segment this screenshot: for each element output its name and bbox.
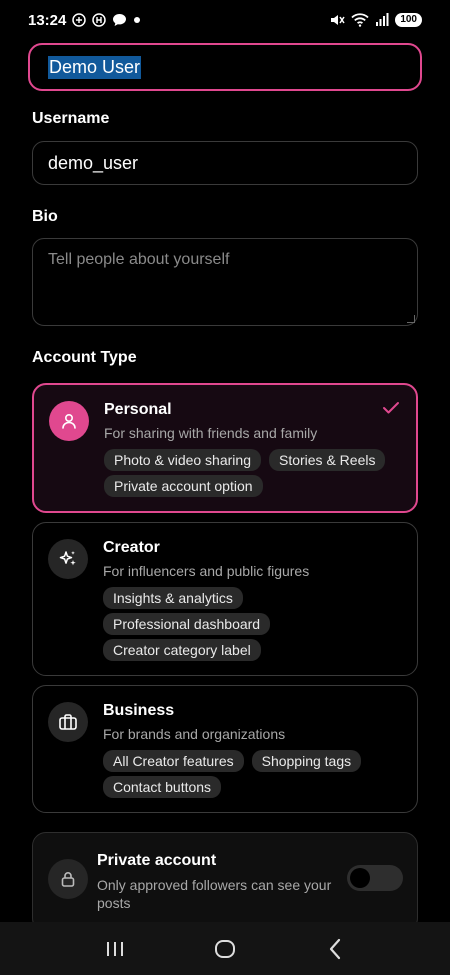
recents-icon (107, 941, 123, 956)
sparkles-icon (48, 539, 88, 579)
check-icon (382, 401, 400, 420)
feature-tag: Stories & Reels (268, 449, 386, 471)
resize-handle[interactable] (407, 315, 415, 323)
recent-apps-button[interactable] (95, 929, 135, 969)
private-account-title: Private account (97, 852, 217, 869)
notification-icon (72, 13, 87, 27)
account-type-description: For brands and organizations (103, 726, 286, 742)
account-type-title: Business (103, 702, 175, 719)
account-type-title: Creator (103, 539, 160, 556)
name-input[interactable]: Demo User (28, 43, 422, 91)
system-nav-bar (0, 922, 450, 975)
back-icon (329, 938, 341, 959)
feature-tag: Creator category label (103, 639, 261, 661)
account-type-personal[interactable]: Personal For sharing with friends and fa… (32, 383, 418, 513)
notification-icon (92, 13, 107, 27)
lock-icon (48, 859, 88, 899)
status-bar: 13:24 100 (0, 0, 450, 40)
briefcase-icon (48, 702, 88, 742)
chat-icon (112, 13, 127, 27)
battery-indicator: 100 (395, 13, 422, 27)
profile-form: Demo User Username demo_user Bio Tell pe… (0, 40, 450, 922)
toggle-knob (350, 868, 370, 888)
bio-label: Bio (32, 208, 58, 225)
account-type-title: Personal (104, 401, 172, 418)
feature-tag: All Creator features (103, 750, 244, 772)
bio-textarea[interactable]: Tell people about yourself (32, 238, 418, 326)
feature-tags: Insights & analytics Professional dashbo… (103, 587, 403, 661)
username-label: Username (32, 110, 110, 127)
private-account-description: Only approved followers can see your pos… (97, 877, 332, 911)
user-icon (49, 401, 89, 441)
bio-placeholder: Tell people about yourself (48, 251, 230, 268)
account-type-description: For sharing with friends and family (104, 425, 318, 441)
feature-tags: Photo & video sharing Stories & Reels Pr… (104, 449, 404, 497)
account-type-label: Account Type (32, 349, 137, 366)
feature-tag: Shopping tags (251, 750, 362, 772)
home-icon (215, 939, 235, 958)
feature-tags: All Creator features Shopping tags Conta… (103, 750, 403, 798)
back-button[interactable] (315, 929, 355, 969)
name-input-value: Demo User (48, 55, 142, 79)
mute-icon (329, 13, 345, 27)
feature-tag: Insights & analytics (103, 587, 243, 609)
feature-tag: Professional dashboard (103, 613, 271, 635)
feature-tag: Contact buttons (103, 776, 222, 798)
feature-tag: Photo & video sharing (104, 449, 261, 471)
account-type-description: For influencers and public figures (103, 563, 310, 579)
feature-tag: Private account option (104, 475, 263, 497)
account-type-business[interactable]: Business For brands and organizations Al… (32, 685, 418, 813)
status-time: 13:24 (28, 11, 67, 29)
signal-icon (375, 13, 389, 27)
wifi-icon (351, 13, 369, 27)
username-input[interactable]: demo_user (32, 141, 418, 185)
home-button[interactable] (205, 929, 245, 969)
private-account-toggle[interactable] (347, 865, 403, 891)
dot-icon (133, 16, 141, 24)
private-account-setting: Private account Only approved followers … (32, 832, 418, 922)
account-type-creator[interactable]: Creator For influencers and public figur… (32, 522, 418, 676)
username-input-value: demo_user (48, 152, 139, 173)
